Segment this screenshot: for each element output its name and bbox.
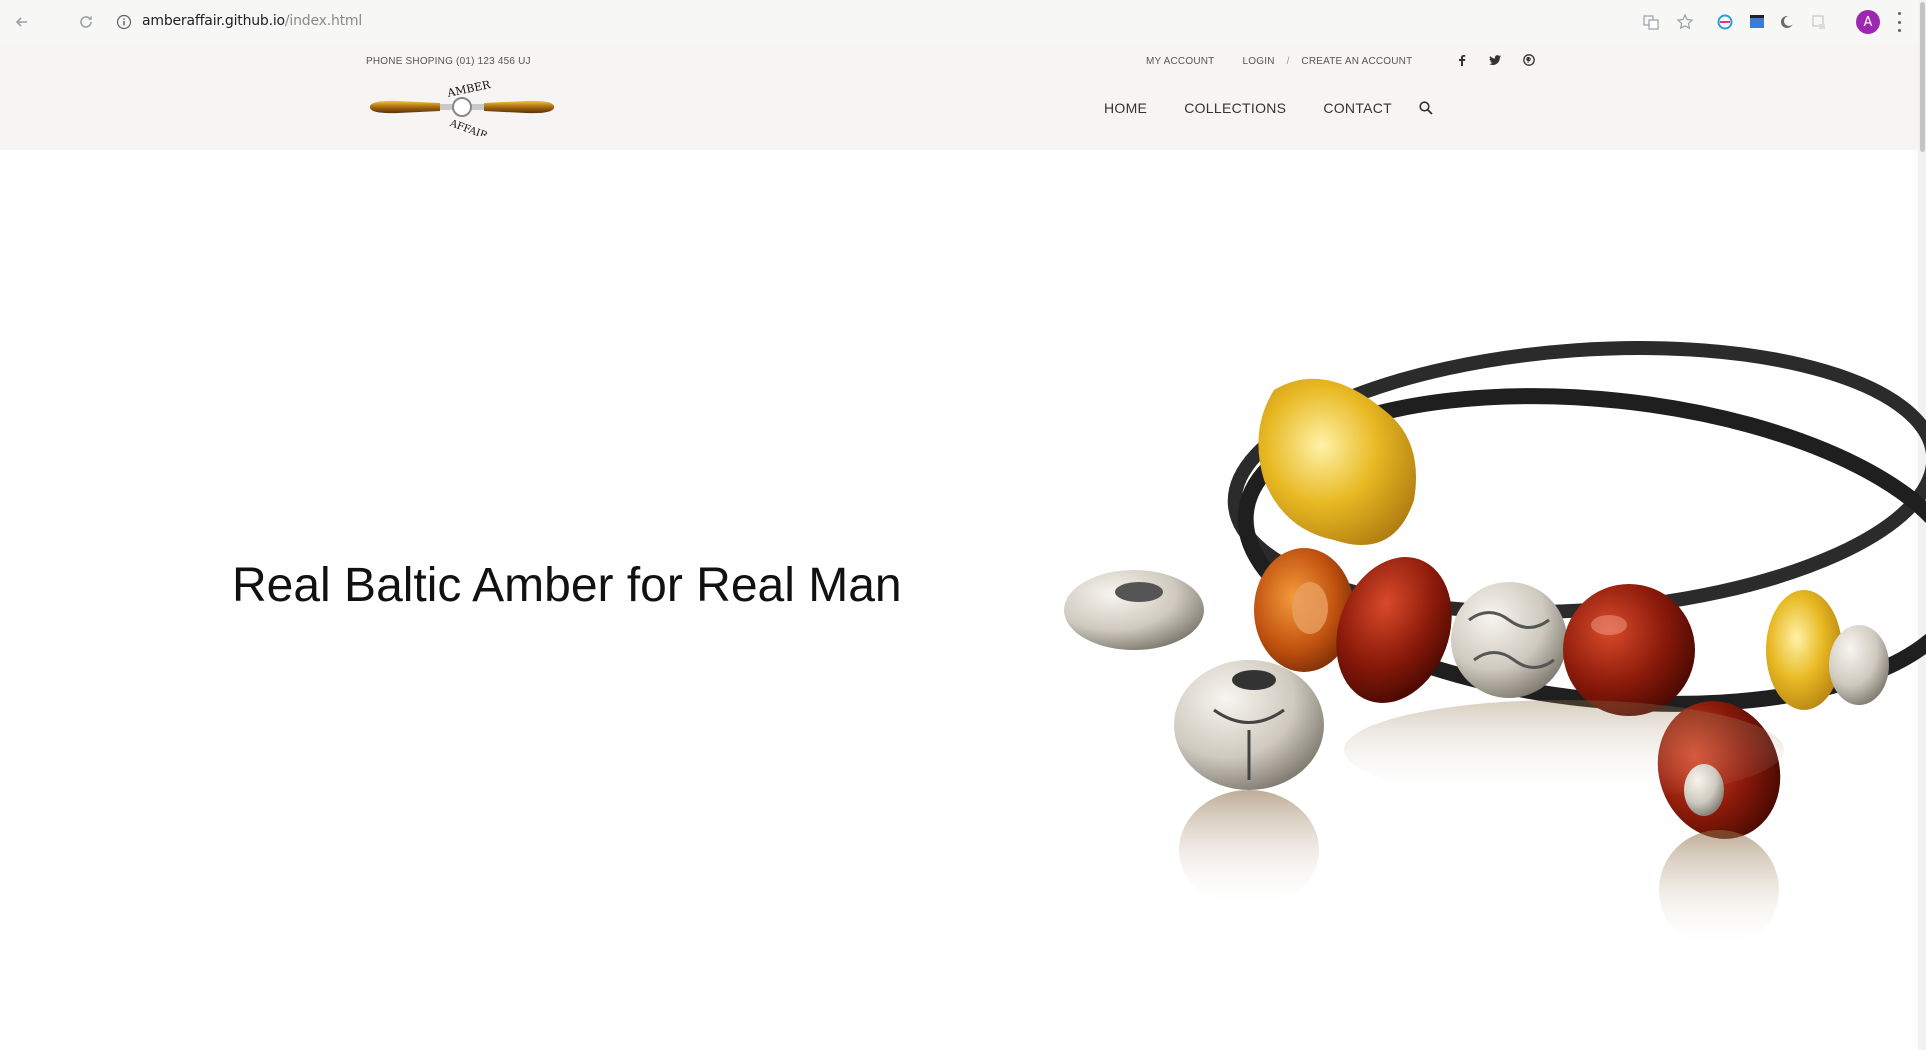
hero-jewelry-image	[1064, 330, 1926, 970]
nav-item-contact[interactable]: CONTACT	[1323, 100, 1392, 116]
profile-avatar[interactable]: A	[1856, 10, 1880, 34]
edge-extension-icon[interactable]	[1716, 13, 1734, 31]
info-icon[interactable]	[116, 14, 132, 30]
create-account-link[interactable]: CREATE AN ACCOUNT	[1301, 56, 1412, 67]
nav-item-home[interactable]: HOME	[1104, 100, 1147, 116]
pinterest-icon[interactable]	[1521, 52, 1537, 68]
bookmark-star-icon[interactable]	[1676, 13, 1694, 31]
back-button[interactable]	[8, 8, 36, 36]
nav-item-collections[interactable]: COLLECTIONS	[1184, 100, 1286, 116]
address-bar[interactable]: amberaffair.github.io/index.html	[142, 13, 362, 29]
translate-icon[interactable]	[1642, 13, 1660, 31]
facebook-icon[interactable]	[1454, 52, 1470, 68]
browser-toolbar: amberaffair.github.io/index.html A	[0, 0, 1926, 44]
account-links: MY ACCOUNT LOGIN / CREATE AN ACCOUNT	[1146, 56, 1412, 67]
url-path: /index.html	[284, 13, 363, 29]
phone-text: PHONE SHOPING (01) 123 456 UJ	[366, 56, 531, 67]
page-scrollbar-thumb[interactable]	[1920, 2, 1925, 152]
amber-affair-logo: AMBER AFFAIR	[370, 78, 554, 142]
puzzle-extension-icon[interactable]	[1810, 13, 1828, 31]
site-logo[interactable]: AMBER AFFAIR	[368, 78, 556, 142]
reload-icon	[80, 16, 92, 28]
link-separator: /	[1286, 56, 1290, 67]
main-navigation: HOME COLLECTIONS CONTACT	[1104, 100, 1429, 116]
my-account-link[interactable]: MY ACCOUNT	[1146, 56, 1215, 67]
login-link[interactable]: LOGIN	[1243, 56, 1275, 67]
twitter-icon[interactable]	[1487, 52, 1503, 68]
url-host: amberaffair.github.io	[142, 13, 285, 29]
svg-text:AMBER: AMBER	[445, 80, 492, 100]
reload-button[interactable]	[72, 8, 100, 36]
svg-text:AFFAIR: AFFAIR	[447, 118, 489, 136]
search-icon[interactable]	[1418, 100, 1434, 116]
clapper-extension-icon[interactable]	[1748, 13, 1766, 31]
hero-heading: Real Baltic Amber for Real Man	[232, 559, 902, 613]
arrow-left-icon	[15, 17, 27, 27]
moon-extension-icon[interactable]	[1778, 13, 1796, 31]
site-header: PHONE SHOPING (01) 123 456 UJ AMBER AFFA…	[0, 44, 1926, 150]
browser-menu-icon[interactable]	[1893, 12, 1905, 32]
